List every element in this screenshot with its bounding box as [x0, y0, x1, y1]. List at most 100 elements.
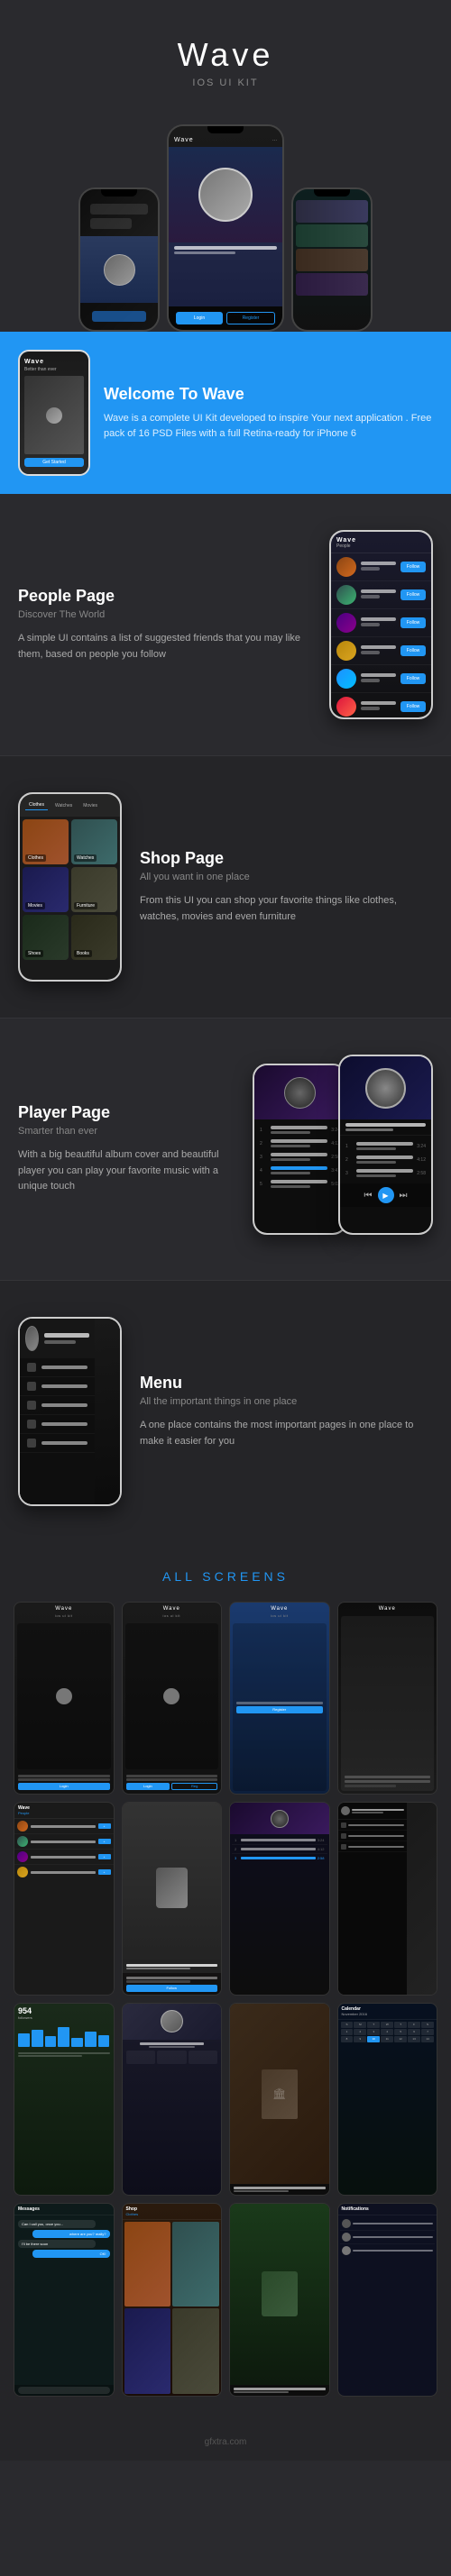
people-phone: Wave People Follow — [329, 530, 433, 719]
player-icon — [27, 1420, 36, 1429]
welcome-section: Wave Better than ever Get Started Welcom… — [0, 332, 451, 494]
menu-item-home[interactable] — [20, 1358, 95, 1377]
chart-bar — [58, 2027, 69, 2047]
content-bar — [90, 218, 132, 229]
menu-item-shop[interactable] — [20, 1396, 95, 1415]
screen-thumb-wave3: Wave ios ui kit Register — [229, 1602, 330, 1795]
menu-tagline: All the important things in one place — [140, 1396, 433, 1407]
thumb-grid — [123, 2220, 222, 2395]
phone-notch — [314, 189, 350, 196]
chart-bars — [14, 2023, 114, 2050]
people-follow-btn[interactable]: Follow — [400, 589, 426, 600]
people-icon — [27, 1382, 36, 1391]
shop-feature-row: Shop Page All you want in one place From… — [18, 792, 433, 982]
people-list-item: Follow — [331, 693, 431, 719]
welcome-phone-btn: Get Started — [24, 458, 84, 467]
screen-thumb-nature — [229, 2203, 330, 2396]
shop-item-label: Clothes — [25, 854, 46, 862]
player-track: 5 5:02 — [254, 1177, 345, 1191]
all-screens-title: ALL SCREENS — [14, 1569, 437, 1584]
hero-phone-center-screen: Wave ··· Login Register — [169, 126, 282, 330]
people-follow-btn[interactable]: Follow — [400, 673, 426, 684]
screen-thumb-wave2: Wave ios ui kit Login Reg — [122, 1602, 223, 1795]
hero-phone-left — [78, 187, 160, 332]
welcome-phone-sub: Better than ever — [24, 367, 84, 372]
shop-item-label: Furniture — [74, 902, 97, 909]
people-list-item: Follow — [331, 581, 431, 609]
player-track: 2 4:12 — [340, 1153, 431, 1166]
menu-phone — [18, 1317, 122, 1506]
player-track-list: 1 3:24 2 — [254, 1119, 345, 1194]
shop-tab-movies[interactable]: Movies — [79, 801, 101, 810]
hero-title: Wave — [18, 36, 433, 74]
home-icon — [27, 1363, 36, 1372]
shop-item-label: Watches — [74, 854, 97, 862]
people-follow-btn[interactable]: Follow — [400, 645, 426, 656]
people-follow-btn[interactable]: Follow — [400, 562, 426, 572]
people-name — [361, 673, 396, 684]
screen-thumb-person: Follow — [122, 1802, 223, 1995]
calendar-grid: S M T W T F S 1 2 3 4 5 6 7 8 9 10 — [338, 2020, 437, 2044]
menu-title: Menu — [140, 1374, 433, 1393]
people-name — [361, 589, 396, 600]
screen-thumb-clothes: Shop Clothes — [122, 2203, 223, 2396]
chart-bar — [18, 2033, 30, 2046]
player-tagline: Smarter than ever — [18, 1126, 235, 1137]
screen-thumb-music: 1 3:24 2 4:12 3 2:58 — [229, 1802, 330, 1995]
menu-user-area — [20, 1319, 95, 1358]
people-follow-btn[interactable]: Follow — [400, 617, 426, 628]
all-screens-title-blue: SCREENS — [202, 1569, 289, 1584]
shop-tab-clothes[interactable]: Clothes — [25, 800, 48, 810]
people-avatar — [336, 697, 356, 717]
chart-bar — [45, 2036, 57, 2047]
people-follow-btn[interactable]: Follow — [400, 701, 426, 712]
shop-item-label: Shoes — [25, 950, 43, 957]
chart-bar — [85, 2032, 97, 2047]
menu-item-logout[interactable] — [20, 1434, 95, 1453]
player-screen-front: 1 3:24 2 — [340, 1056, 431, 1233]
player-feature-row: Player Page Smarter than ever With a big… — [18, 1055, 433, 1244]
shop-item-label: Movies — [25, 902, 45, 909]
welcome-phone-screen: Wave Better than ever Get Started — [20, 352, 88, 474]
all-screens-title-plain: ALL — [162, 1569, 195, 1584]
people-screen: Wave People Follow — [331, 532, 431, 717]
screen-thumb-chat: Messages Can I call you, once you... whe… — [14, 2203, 115, 2396]
shop-phone: Clothes Watches Movies Clothes Watches M… — [18, 792, 122, 982]
menu-item-player[interactable] — [20, 1415, 95, 1434]
people-tagline: Discover The World — [18, 609, 311, 620]
shop-header: Clothes Watches Movies — [20, 794, 120, 817]
chart-bar — [71, 2038, 83, 2047]
screen-thumb-profile — [122, 2003, 223, 2196]
player-track: 3 2:58 — [340, 1166, 431, 1180]
player-screen-back: 1 3:24 2 — [254, 1065, 345, 1233]
player-track: 4 3:41 — [254, 1164, 345, 1177]
people-avatar — [336, 641, 356, 661]
shop-item-clothes: Clothes — [23, 819, 69, 864]
player-phone-wrap: 1 3:24 2 — [253, 1055, 433, 1244]
menu-text: Menu All the important things in one pla… — [140, 1374, 433, 1449]
people-section: People Page Discover The World A simple … — [0, 494, 451, 755]
people-phone-wrap: Wave People Follow — [329, 530, 433, 719]
chart-bar — [98, 2035, 110, 2047]
shop-item-movies: Movies — [23, 867, 69, 912]
shop-body: From this UI you can shop your favorite … — [140, 893, 433, 925]
people-title: People Page — [18, 587, 311, 606]
shop-tab-watches[interactable]: Watches — [51, 801, 76, 810]
screen-thumb-wave1: Wave ios ui kit Login — [14, 1602, 115, 1795]
hero-subtitle: IOS UI KIT — [18, 78, 433, 88]
people-avatar — [336, 557, 356, 577]
watermark: gfxtra.com — [0, 2424, 451, 2461]
welcome-body: Wave is a complete UI Kit developed to i… — [104, 411, 433, 441]
screen-thumb-calendar: Calendar November 2016 S M T W T F S 1 2… — [337, 2003, 438, 2196]
people-avatar — [336, 585, 356, 605]
player-track: 2 4:12 — [254, 1137, 345, 1150]
menu-phone-wrap — [18, 1317, 122, 1506]
player-text: Player Page Smarter than ever With a big… — [18, 1103, 235, 1195]
menu-user-info — [44, 1333, 89, 1344]
screen-thumb-social: Notifications — [337, 2203, 438, 2396]
phone-notch — [101, 189, 137, 196]
player-track: 3 2:58 — [254, 1150, 345, 1164]
menu-item-people[interactable] — [20, 1377, 95, 1396]
shop-phone-wrap: Clothes Watches Movies Clothes Watches M… — [18, 792, 122, 982]
all-screens-section: ALL SCREENS Wave ios ui kit Login Wav — [0, 1542, 451, 2424]
